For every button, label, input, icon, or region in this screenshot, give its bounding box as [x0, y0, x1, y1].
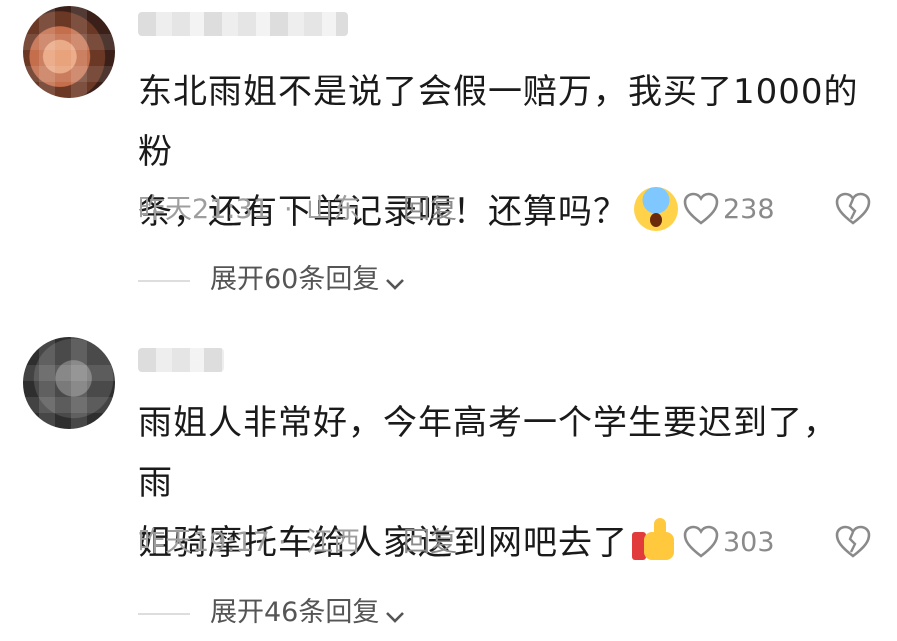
chevron-down-icon: [386, 279, 405, 290]
separator-dot: ·: [278, 527, 287, 558]
like-button[interactable]: 238: [683, 190, 775, 230]
expand-replies-label: 展开46条回复: [210, 597, 380, 628]
expand-replies-button[interactable]: 展开46条回复: [138, 593, 405, 633]
comment-time: 昨天21:31: [138, 194, 270, 225]
heart-icon: [683, 192, 719, 225]
broken-heart-icon: [835, 192, 871, 225]
expand-replies-button[interactable]: 展开60条回复: [138, 260, 405, 300]
avatar[interactable]: [23, 337, 115, 429]
comment-region: 山东: [306, 194, 360, 225]
dislike-button[interactable]: [835, 192, 871, 238]
comment-time: 昨天19:17: [138, 527, 270, 558]
dislike-button[interactable]: [835, 525, 871, 571]
heart-icon: [683, 525, 719, 558]
separator-dot: ·: [284, 194, 293, 225]
reply-button[interactable]: 回复: [403, 190, 457, 230]
expand-replies-label: 展开60条回复: [210, 264, 380, 295]
like-count: 303: [723, 527, 775, 558]
divider-line: [138, 279, 190, 282]
comment-text-line: 东北雨姐不是说了会假一赔万，我买了1000的粉: [138, 72, 859, 172]
chevron-down-icon: [386, 612, 405, 623]
comment-meta: 昨天19:17 · 江西 回复 303: [138, 523, 878, 563]
username-blurred[interactable]: [138, 12, 348, 36]
comment-text-line: 雨姐人非常好，今年高考一个学生要迟到了，雨: [138, 403, 838, 503]
comment-region: 江西: [306, 527, 360, 558]
like-button[interactable]: 303: [683, 523, 775, 563]
reply-button[interactable]: 回复: [403, 523, 457, 563]
divider-line: [138, 612, 190, 615]
comment-meta: 昨天21:31 · 山东 回复 238: [138, 190, 878, 230]
like-count: 238: [723, 194, 775, 225]
username-blurred[interactable]: [138, 348, 224, 372]
avatar[interactable]: [23, 6, 115, 98]
broken-heart-icon: [835, 525, 871, 558]
